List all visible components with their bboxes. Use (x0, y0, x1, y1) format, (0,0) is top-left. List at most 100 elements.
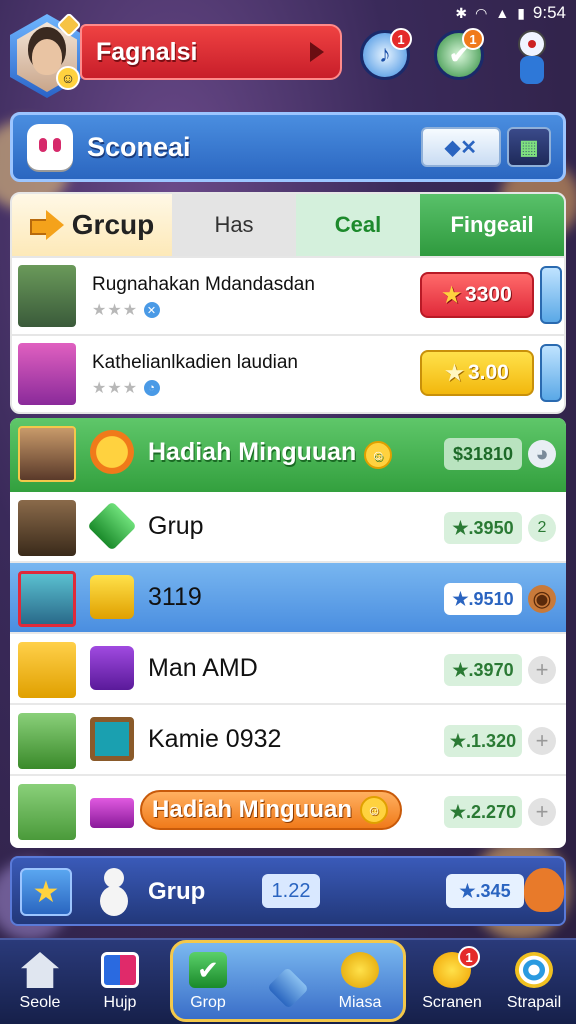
featured-row[interactable]: Rugnahakan Mdandasdan ★★★ ✕ ★ 3300 (12, 256, 564, 334)
section-title-bar: Sconeai ◆✕ ▦ (10, 112, 566, 182)
cat-icon: ◕ (528, 440, 556, 468)
nav-seole[interactable]: Seole (0, 944, 80, 1022)
player-avatar (18, 426, 76, 482)
nav-label: Seole (19, 994, 61, 1011)
star-icon: ★. (459, 880, 481, 901)
nav-miasa[interactable]: Miasa (320, 944, 400, 1022)
leaderboard-row[interactable]: Grup ★. 3950 2 (10, 492, 566, 563)
wifi-icon: ◠ (475, 4, 488, 21)
promo-pill[interactable]: Hadiah Minguuan ☺ (140, 790, 402, 830)
leaderboard: Hadiah Minguuan ☺ $31810 ◕ Grup ★. 3950 2 … (10, 418, 566, 848)
gift-box-icon (90, 575, 134, 619)
score-value: 345 (480, 880, 511, 901)
score-badge: ★. 2.270 (444, 796, 522, 828)
star-icon: ★. (452, 517, 474, 538)
avatar-face (32, 39, 62, 75)
gift-stack-icon (267, 967, 309, 1009)
leaderboard-row[interactable]: Man AMD ★. 3970 + (10, 634, 566, 705)
player-name: 3119 (148, 583, 202, 611)
score-badge: ★. 3970 (444, 654, 522, 686)
check-icon: ✔ (189, 952, 227, 988)
smiley-icon: ☺ (364, 441, 393, 469)
leaderboard-header[interactable]: Hadiah Minguuan ☺ $31810 ◕ (10, 418, 566, 492)
tab-label: Has (214, 212, 254, 237)
tab-bar: Grcup Has Ceal Fingeail (12, 194, 564, 256)
my-rank-row[interactable]: ★ Grup 1.22 ★. 345 (10, 856, 566, 926)
add-button[interactable]: + (528, 727, 556, 755)
featured-avatar (18, 265, 76, 327)
tab-label: Fingeail (450, 212, 534, 237)
star-icon: ★. (452, 588, 474, 609)
featured-name: Rugnahakan Mdandasdan (92, 274, 315, 295)
leaderboard-row-selected[interactable]: 3119 ★. 9510 ◉ (10, 563, 566, 634)
fox-icon (524, 868, 564, 912)
title-tools: ◆✕ ▦ (421, 127, 551, 167)
target-icon (515, 952, 553, 988)
level-badge: 2 (528, 514, 556, 542)
star-icon: ★ (445, 361, 464, 385)
nav-hujp[interactable]: Hujp (80, 944, 160, 1022)
cake-icon[interactable]: ▦ (507, 127, 551, 167)
leaderboard-row[interactable]: Hadiah Minguuan ☺ ★. 2.270 + (10, 776, 566, 847)
status-bar: ✱ ◠ ▲ ▮ 9:54 (0, 0, 576, 26)
featured-row[interactable]: Kathelianlkadien laudian ★★★ ◔ ★ 3.00 (12, 334, 564, 412)
nav-label: Strapail (506, 994, 562, 1011)
player-name: Man AMD (148, 654, 258, 682)
tab-label: Grcup (71, 209, 155, 240)
scranen-notification-badge: 1 (458, 946, 480, 968)
nav-strapail[interactable]: Strapail (494, 944, 574, 1022)
donut-icon: ◉ (528, 585, 556, 613)
mascot-character[interactable] (508, 30, 556, 88)
tab-has[interactable]: Has (172, 194, 296, 256)
leaderboard-title: Hadiah Minguuan ☺ (148, 438, 393, 469)
bottom-nav: Seole Hujp ✔ Grop Miasa Scranen 1 Strapa… (0, 938, 576, 1024)
header-name: Hadiah Minguuan (148, 438, 357, 466)
section-title: Sconeai (87, 131, 191, 162)
score-value: 9510 (473, 588, 514, 609)
banner-arrow-icon (310, 42, 324, 62)
tab-label: Ceal (334, 212, 382, 237)
buy-button[interactable]: ★ 3300 (420, 272, 534, 318)
player-avatar (18, 713, 76, 769)
signal-icon: ▲ (495, 5, 510, 21)
ghost-icon (27, 124, 73, 170)
score-value: 1.320 (471, 730, 517, 751)
nav-grop[interactable]: ✔ Grop (168, 944, 248, 1022)
card-icon (101, 952, 139, 988)
nav-middle[interactable] (248, 944, 328, 1022)
tab-fingeail[interactable]: Fingeail (420, 194, 564, 256)
featured-name: Kathelianlkadien laudian (92, 352, 298, 373)
smiley-icon: ☺ (360, 796, 388, 824)
price-value: 3300 (465, 283, 512, 306)
player-name: Kamie 0932 (148, 725, 282, 753)
player-avatar (18, 784, 76, 840)
add-button[interactable]: + (528, 798, 556, 826)
player-name-banner[interactable]: Fagnalsi (80, 24, 342, 80)
nav-scranen[interactable]: Scranen (412, 944, 492, 1022)
star-icon: ★ (20, 868, 72, 916)
star-rating: ★★★ ✕ (92, 300, 163, 320)
tab-ceal[interactable]: Ceal (296, 194, 420, 256)
star-icon: ★. (449, 730, 472, 751)
featured-avatar (18, 343, 76, 405)
snowman-icon (96, 868, 132, 918)
clock-badge-icon: ◔ (142, 378, 163, 398)
add-button[interactable]: + (528, 656, 556, 684)
tv-icon (90, 717, 134, 761)
bottle-icon (540, 266, 562, 324)
star-icon: ★ (442, 283, 462, 307)
star-icon: ★. (449, 801, 472, 822)
sun-icon (90, 430, 134, 474)
buy-button[interactable]: ★ 3.00 (420, 350, 534, 396)
music-notification-badge: 1 (390, 28, 412, 50)
nav-label: Grop (190, 994, 226, 1011)
tab-grup[interactable]: Grcup (12, 194, 172, 256)
player-avatar (18, 571, 76, 627)
mascot-body (520, 56, 544, 84)
arrow-right-icon (29, 210, 66, 240)
cancel-tool-button[interactable]: ◆✕ (421, 127, 501, 167)
gem-icon (87, 501, 137, 551)
leaderboard-row[interactable]: Kamie 0932 ★. 1.320 + (10, 705, 566, 776)
player-name: Fagnalsi (96, 37, 198, 66)
price-value: 3.00 (467, 361, 509, 384)
